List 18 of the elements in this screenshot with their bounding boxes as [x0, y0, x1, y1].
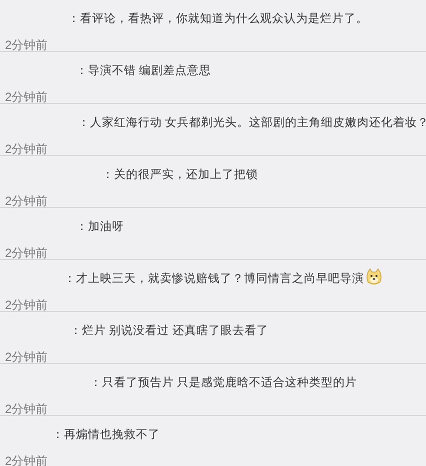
comment-time: 2分钟前 [5, 298, 48, 312]
comment-time: 2分钟前 [5, 90, 48, 104]
comment-text: ：再煽情也挽救不了 [52, 428, 160, 441]
comment-text: ：关的很严实，还加上了把锁 [102, 168, 258, 181]
comment-time: 2分钟前 [5, 38, 48, 52]
comment-time: 2分钟前 [5, 194, 48, 208]
comment-time: 2分钟前 [5, 246, 48, 260]
comment-time: 2分钟前 [5, 142, 48, 156]
dog-emoji-icon [365, 268, 383, 286]
comment-text: ：加油呀 [76, 220, 124, 233]
comment-text: ：才上映三天，就卖惨说赔钱了？博同情言之尚早吧导演 [64, 272, 383, 285]
comment-time: 2分钟前 [5, 402, 48, 416]
comment-text: ：只看了预告片 只是感觉鹿晗不适合这种类型的片 [90, 376, 358, 389]
comment-text: ：烂片 别说没看过 还真瞎了眼去看了 [70, 324, 268, 337]
comment-text: ：人家红海行动 女兵都剃光头。这部剧的主角细皮嫩肉还化着妆？ [78, 116, 426, 129]
comment-text: ：看评论，看热评，你就知道为什么观众认为是烂片了。 [68, 12, 368, 25]
comment-text: ：导演不错 编剧差点意思 [76, 64, 212, 77]
comment-time: 2分钟前 [5, 350, 48, 364]
